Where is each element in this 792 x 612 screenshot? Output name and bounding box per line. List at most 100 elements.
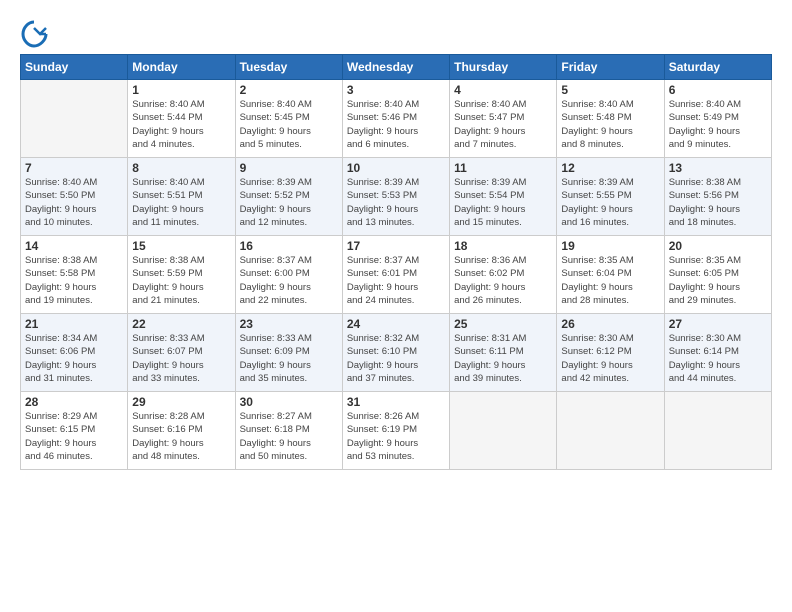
day-number: 17 <box>347 239 445 253</box>
day-number: 6 <box>669 83 767 97</box>
day-info: Sunrise: 8:36 AM Sunset: 6:02 PM Dayligh… <box>454 254 552 307</box>
calendar-cell: 17Sunrise: 8:37 AM Sunset: 6:01 PM Dayli… <box>342 236 449 314</box>
col-header-saturday: Saturday <box>664 55 771 80</box>
day-number: 25 <box>454 317 552 331</box>
day-number: 1 <box>132 83 230 97</box>
day-info: Sunrise: 8:26 AM Sunset: 6:19 PM Dayligh… <box>347 410 445 463</box>
day-number: 2 <box>240 83 338 97</box>
day-number: 9 <box>240 161 338 175</box>
day-number: 4 <box>454 83 552 97</box>
col-header-friday: Friday <box>557 55 664 80</box>
calendar-cell: 30Sunrise: 8:27 AM Sunset: 6:18 PM Dayli… <box>235 392 342 470</box>
logo-icon <box>20 20 48 48</box>
calendar-week-1: 1Sunrise: 8:40 AM Sunset: 5:44 PM Daylig… <box>21 80 772 158</box>
day-number: 10 <box>347 161 445 175</box>
calendar-cell: 15Sunrise: 8:38 AM Sunset: 5:59 PM Dayli… <box>128 236 235 314</box>
col-header-sunday: Sunday <box>21 55 128 80</box>
day-info: Sunrise: 8:37 AM Sunset: 6:00 PM Dayligh… <box>240 254 338 307</box>
calendar-cell: 7Sunrise: 8:40 AM Sunset: 5:50 PM Daylig… <box>21 158 128 236</box>
calendar-cell: 8Sunrise: 8:40 AM Sunset: 5:51 PM Daylig… <box>128 158 235 236</box>
day-number: 31 <box>347 395 445 409</box>
day-info: Sunrise: 8:40 AM Sunset: 5:48 PM Dayligh… <box>561 98 659 151</box>
calendar-cell: 11Sunrise: 8:39 AM Sunset: 5:54 PM Dayli… <box>450 158 557 236</box>
day-info: Sunrise: 8:39 AM Sunset: 5:53 PM Dayligh… <box>347 176 445 229</box>
calendar-cell: 6Sunrise: 8:40 AM Sunset: 5:49 PM Daylig… <box>664 80 771 158</box>
calendar-cell: 23Sunrise: 8:33 AM Sunset: 6:09 PM Dayli… <box>235 314 342 392</box>
calendar-cell: 4Sunrise: 8:40 AM Sunset: 5:47 PM Daylig… <box>450 80 557 158</box>
day-number: 24 <box>347 317 445 331</box>
calendar-cell: 16Sunrise: 8:37 AM Sunset: 6:00 PM Dayli… <box>235 236 342 314</box>
day-number: 12 <box>561 161 659 175</box>
logo <box>20 20 52 48</box>
day-number: 19 <box>561 239 659 253</box>
calendar-cell: 21Sunrise: 8:34 AM Sunset: 6:06 PM Dayli… <box>21 314 128 392</box>
day-info: Sunrise: 8:40 AM Sunset: 5:46 PM Dayligh… <box>347 98 445 151</box>
day-info: Sunrise: 8:30 AM Sunset: 6:14 PM Dayligh… <box>669 332 767 385</box>
day-info: Sunrise: 8:40 AM Sunset: 5:44 PM Dayligh… <box>132 98 230 151</box>
calendar-cell: 3Sunrise: 8:40 AM Sunset: 5:46 PM Daylig… <box>342 80 449 158</box>
calendar-cell: 24Sunrise: 8:32 AM Sunset: 6:10 PM Dayli… <box>342 314 449 392</box>
day-info: Sunrise: 8:40 AM Sunset: 5:51 PM Dayligh… <box>132 176 230 229</box>
day-number: 16 <box>240 239 338 253</box>
col-header-monday: Monday <box>128 55 235 80</box>
calendar-cell: 10Sunrise: 8:39 AM Sunset: 5:53 PM Dayli… <box>342 158 449 236</box>
day-number: 11 <box>454 161 552 175</box>
day-number: 22 <box>132 317 230 331</box>
day-info: Sunrise: 8:30 AM Sunset: 6:12 PM Dayligh… <box>561 332 659 385</box>
calendar-cell: 13Sunrise: 8:38 AM Sunset: 5:56 PM Dayli… <box>664 158 771 236</box>
day-info: Sunrise: 8:38 AM Sunset: 5:59 PM Dayligh… <box>132 254 230 307</box>
day-info: Sunrise: 8:29 AM Sunset: 6:15 PM Dayligh… <box>25 410 123 463</box>
day-info: Sunrise: 8:28 AM Sunset: 6:16 PM Dayligh… <box>132 410 230 463</box>
calendar-table: SundayMondayTuesdayWednesdayThursdayFrid… <box>20 54 772 470</box>
calendar-cell: 5Sunrise: 8:40 AM Sunset: 5:48 PM Daylig… <box>557 80 664 158</box>
calendar-cell: 25Sunrise: 8:31 AM Sunset: 6:11 PM Dayli… <box>450 314 557 392</box>
header <box>20 16 772 48</box>
calendar-cell: 12Sunrise: 8:39 AM Sunset: 5:55 PM Dayli… <box>557 158 664 236</box>
day-info: Sunrise: 8:39 AM Sunset: 5:54 PM Dayligh… <box>454 176 552 229</box>
day-info: Sunrise: 8:31 AM Sunset: 6:11 PM Dayligh… <box>454 332 552 385</box>
col-header-wednesday: Wednesday <box>342 55 449 80</box>
calendar-cell: 1Sunrise: 8:40 AM Sunset: 5:44 PM Daylig… <box>128 80 235 158</box>
day-info: Sunrise: 8:40 AM Sunset: 5:50 PM Dayligh… <box>25 176 123 229</box>
day-info: Sunrise: 8:33 AM Sunset: 6:09 PM Dayligh… <box>240 332 338 385</box>
day-info: Sunrise: 8:37 AM Sunset: 6:01 PM Dayligh… <box>347 254 445 307</box>
day-number: 15 <box>132 239 230 253</box>
day-number: 26 <box>561 317 659 331</box>
day-number: 18 <box>454 239 552 253</box>
day-info: Sunrise: 8:40 AM Sunset: 5:47 PM Dayligh… <box>454 98 552 151</box>
calendar-cell: 27Sunrise: 8:30 AM Sunset: 6:14 PM Dayli… <box>664 314 771 392</box>
day-number: 29 <box>132 395 230 409</box>
day-info: Sunrise: 8:33 AM Sunset: 6:07 PM Dayligh… <box>132 332 230 385</box>
calendar-cell: 18Sunrise: 8:36 AM Sunset: 6:02 PM Dayli… <box>450 236 557 314</box>
col-header-tuesday: Tuesday <box>235 55 342 80</box>
day-info: Sunrise: 8:40 AM Sunset: 5:45 PM Dayligh… <box>240 98 338 151</box>
calendar-cell: 22Sunrise: 8:33 AM Sunset: 6:07 PM Dayli… <box>128 314 235 392</box>
day-number: 3 <box>347 83 445 97</box>
calendar-cell: 29Sunrise: 8:28 AM Sunset: 6:16 PM Dayli… <box>128 392 235 470</box>
calendar-cell: 26Sunrise: 8:30 AM Sunset: 6:12 PM Dayli… <box>557 314 664 392</box>
day-info: Sunrise: 8:35 AM Sunset: 6:04 PM Dayligh… <box>561 254 659 307</box>
calendar-cell: 20Sunrise: 8:35 AM Sunset: 6:05 PM Dayli… <box>664 236 771 314</box>
day-info: Sunrise: 8:38 AM Sunset: 5:56 PM Dayligh… <box>669 176 767 229</box>
day-number: 23 <box>240 317 338 331</box>
day-info: Sunrise: 8:39 AM Sunset: 5:52 PM Dayligh… <box>240 176 338 229</box>
day-info: Sunrise: 8:40 AM Sunset: 5:49 PM Dayligh… <box>669 98 767 151</box>
day-info: Sunrise: 8:38 AM Sunset: 5:58 PM Dayligh… <box>25 254 123 307</box>
day-number: 13 <box>669 161 767 175</box>
day-number: 27 <box>669 317 767 331</box>
calendar-cell: 14Sunrise: 8:38 AM Sunset: 5:58 PM Dayli… <box>21 236 128 314</box>
day-number: 20 <box>669 239 767 253</box>
calendar-page: SundayMondayTuesdayWednesdayThursdayFrid… <box>0 0 792 612</box>
day-info: Sunrise: 8:32 AM Sunset: 6:10 PM Dayligh… <box>347 332 445 385</box>
day-info: Sunrise: 8:39 AM Sunset: 5:55 PM Dayligh… <box>561 176 659 229</box>
day-number: 28 <box>25 395 123 409</box>
day-info: Sunrise: 8:34 AM Sunset: 6:06 PM Dayligh… <box>25 332 123 385</box>
col-header-thursday: Thursday <box>450 55 557 80</box>
calendar-cell: 19Sunrise: 8:35 AM Sunset: 6:04 PM Dayli… <box>557 236 664 314</box>
day-number: 8 <box>132 161 230 175</box>
calendar-week-3: 14Sunrise: 8:38 AM Sunset: 5:58 PM Dayli… <box>21 236 772 314</box>
calendar-cell <box>450 392 557 470</box>
day-number: 14 <box>25 239 123 253</box>
day-info: Sunrise: 8:35 AM Sunset: 6:05 PM Dayligh… <box>669 254 767 307</box>
calendar-week-5: 28Sunrise: 8:29 AM Sunset: 6:15 PM Dayli… <box>21 392 772 470</box>
